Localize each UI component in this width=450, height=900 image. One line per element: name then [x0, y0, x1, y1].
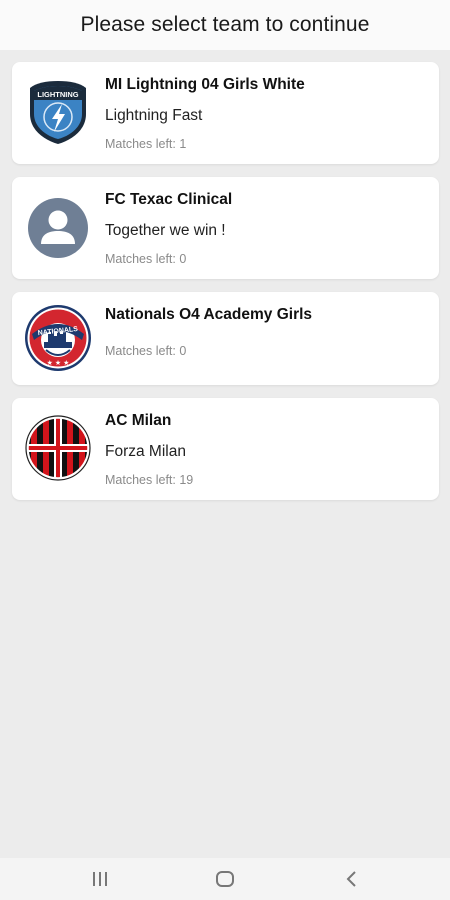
- lightning-crest-text: LIGHTNING: [37, 90, 78, 99]
- system-navigation-bar: [0, 858, 450, 900]
- recents-icon: [93, 872, 107, 886]
- team-card-mi-lightning[interactable]: LIGHTNING MI Lightning 04 Girls White Li…: [12, 62, 439, 164]
- recents-button[interactable]: [70, 858, 130, 900]
- team-motto: Forza Milan: [105, 443, 186, 460]
- matches-left: Matches left: 1: [105, 137, 187, 151]
- team-info: MI Lightning 04 Girls White Lightning Fa…: [105, 76, 429, 151]
- team-name: MI Lightning 04 Girls White: [105, 76, 305, 93]
- team-info: FC Texac Clinical Together we win ! Matc…: [105, 191, 429, 266]
- matches-left: Matches left: 19: [105, 473, 194, 487]
- team-motto: Lightning Fast: [105, 107, 203, 124]
- ac-milan-crest-icon: [24, 414, 92, 482]
- top-bar: Please select team to continue: [0, 0, 450, 50]
- back-button[interactable]: [322, 858, 382, 900]
- matches-left: Matches left: 0: [105, 344, 187, 358]
- page-title: Please select team to continue: [80, 13, 370, 36]
- team-name: Nationals O4 Academy Girls: [105, 306, 313, 323]
- team-list: LIGHTNING MI Lightning 04 Girls White Li…: [12, 62, 439, 513]
- team-name: FC Texac Clinical: [105, 191, 233, 208]
- home-button[interactable]: [195, 858, 255, 900]
- team-name: AC Milan: [105, 412, 172, 429]
- lightning-shield-logo-icon: LIGHTNING: [24, 78, 92, 146]
- team-card-nationals[interactable]: NATIONALS ★ ★ ★ Nationals O4 Academy Gir…: [12, 292, 439, 385]
- back-icon: [346, 871, 356, 887]
- home-icon: [216, 871, 234, 887]
- matches-left: Matches left: 0: [105, 252, 187, 266]
- team-card-ac-milan[interactable]: AC Milan Forza Milan Matches left: 19: [12, 398, 439, 500]
- team-motto: Together we win !: [105, 222, 226, 239]
- team-card-fc-texac[interactable]: FC Texac Clinical Together we win ! Matc…: [12, 177, 439, 279]
- svg-text:★ ★ ★: ★ ★ ★: [47, 359, 70, 367]
- default-avatar-icon: [24, 194, 92, 262]
- nationals-logo-icon: NATIONALS ★ ★ ★: [24, 304, 92, 372]
- team-info: AC Milan Forza Milan Matches left: 19: [105, 412, 429, 487]
- team-info: Nationals O4 Academy Girls Matches left:…: [105, 306, 429, 358]
